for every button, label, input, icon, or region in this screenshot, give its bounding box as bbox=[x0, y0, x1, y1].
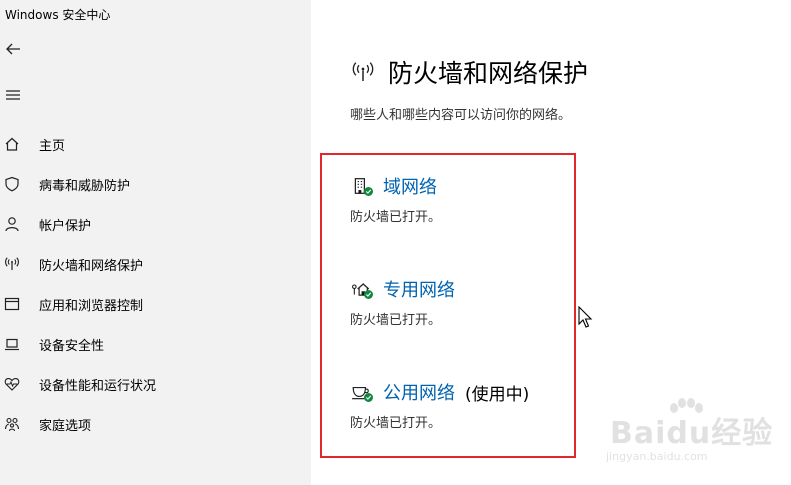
home-network-icon bbox=[350, 278, 373, 300]
wireless-icon bbox=[3, 255, 21, 273]
sidebar-item-firewall[interactable]: 防火墙和网络保护 bbox=[0, 244, 311, 284]
public-network-header: 公用网络 (使用中) bbox=[350, 379, 529, 405]
sidebar-item-label: 病毒和威胁防护 bbox=[39, 178, 131, 194]
sidebar-item-label: 设备性能和运行状况 bbox=[39, 378, 157, 394]
shield-icon bbox=[3, 175, 21, 193]
private-network-link[interactable]: 专用网络 bbox=[383, 276, 455, 302]
sidebar-item-home[interactable]: 主页 bbox=[0, 124, 311, 164]
public-network-status: 防火墙已打开。 bbox=[350, 416, 442, 431]
back-arrow-icon bbox=[6, 43, 20, 55]
in-use-label: (使用中) bbox=[465, 384, 530, 405]
menu-button[interactable] bbox=[2, 84, 24, 106]
laptop-icon bbox=[3, 335, 21, 353]
check-badge-icon bbox=[364, 187, 373, 196]
baidu-watermark: Baidu经验 jingyan.baidu.com bbox=[604, 398, 784, 473]
sidebar: Windows 安全中心 主页 病毒和威胁防护 帐户保护 防火墙和网络保护 应用… bbox=[0, 0, 311, 485]
family-icon bbox=[3, 415, 21, 433]
sidebar-item-label: 防火墙和网络保护 bbox=[39, 258, 144, 274]
domain-network-link[interactable]: 域网络 bbox=[383, 173, 437, 199]
sidebar-item-virus-protection[interactable]: 病毒和威胁防护 bbox=[0, 164, 311, 204]
mouse-cursor-icon bbox=[578, 305, 594, 330]
sidebar-item-label: 主页 bbox=[39, 138, 66, 154]
page-header: 防火墙和网络保护 bbox=[350, 54, 588, 90]
public-network-icon bbox=[350, 381, 373, 403]
page-title: 防火墙和网络保护 bbox=[388, 59, 589, 88]
private-network-header: 专用网络 bbox=[350, 276, 455, 302]
check-badge-icon bbox=[364, 393, 373, 402]
sidebar-item-label: 家庭选项 bbox=[39, 418, 92, 434]
sidebar-item-label: 设备安全性 bbox=[39, 338, 105, 354]
building-icon bbox=[350, 175, 373, 197]
hamburger-menu-icon bbox=[6, 90, 20, 100]
window-title: Windows 安全中心 bbox=[5, 8, 111, 22]
sidebar-item-app-browser-control[interactable]: 应用和浏览器控制 bbox=[0, 284, 311, 324]
domain-network-status: 防火墙已打开。 bbox=[350, 210, 442, 225]
sidebar-item-label: 帐户保护 bbox=[39, 218, 92, 234]
watermark-url: jingyan.baidu.com bbox=[606, 450, 708, 463]
back-button[interactable] bbox=[2, 38, 24, 60]
domain-network-header: 域网络 bbox=[350, 173, 437, 199]
heart-pulse-icon bbox=[3, 375, 21, 393]
browser-window-icon bbox=[3, 295, 21, 313]
watermark-logo-text: Baidu经验 bbox=[610, 416, 774, 451]
page-subtitle: 哪些人和哪些内容可以访问你的网络。 bbox=[350, 108, 572, 123]
person-icon bbox=[3, 215, 21, 233]
sidebar-item-family-options[interactable]: 家庭选项 bbox=[0, 404, 311, 444]
home-icon bbox=[3, 135, 21, 153]
private-network-status: 防火墙已打开。 bbox=[350, 313, 442, 328]
public-network-link[interactable]: 公用网络 bbox=[383, 379, 455, 405]
sidebar-item-account-protection[interactable]: 帐户保护 bbox=[0, 204, 311, 244]
sidebar-item-label: 应用和浏览器控制 bbox=[39, 298, 144, 314]
app-window: Windows 安全中心 主页 病毒和威胁防护 帐户保护 防火墙和网络保护 应用… bbox=[0, 0, 791, 485]
sidebar-item-device-performance[interactable]: 设备性能和运行状况 bbox=[0, 364, 311, 404]
wireless-icon bbox=[350, 59, 376, 85]
check-badge-icon bbox=[364, 290, 373, 299]
sidebar-item-device-security[interactable]: 设备安全性 bbox=[0, 324, 311, 364]
